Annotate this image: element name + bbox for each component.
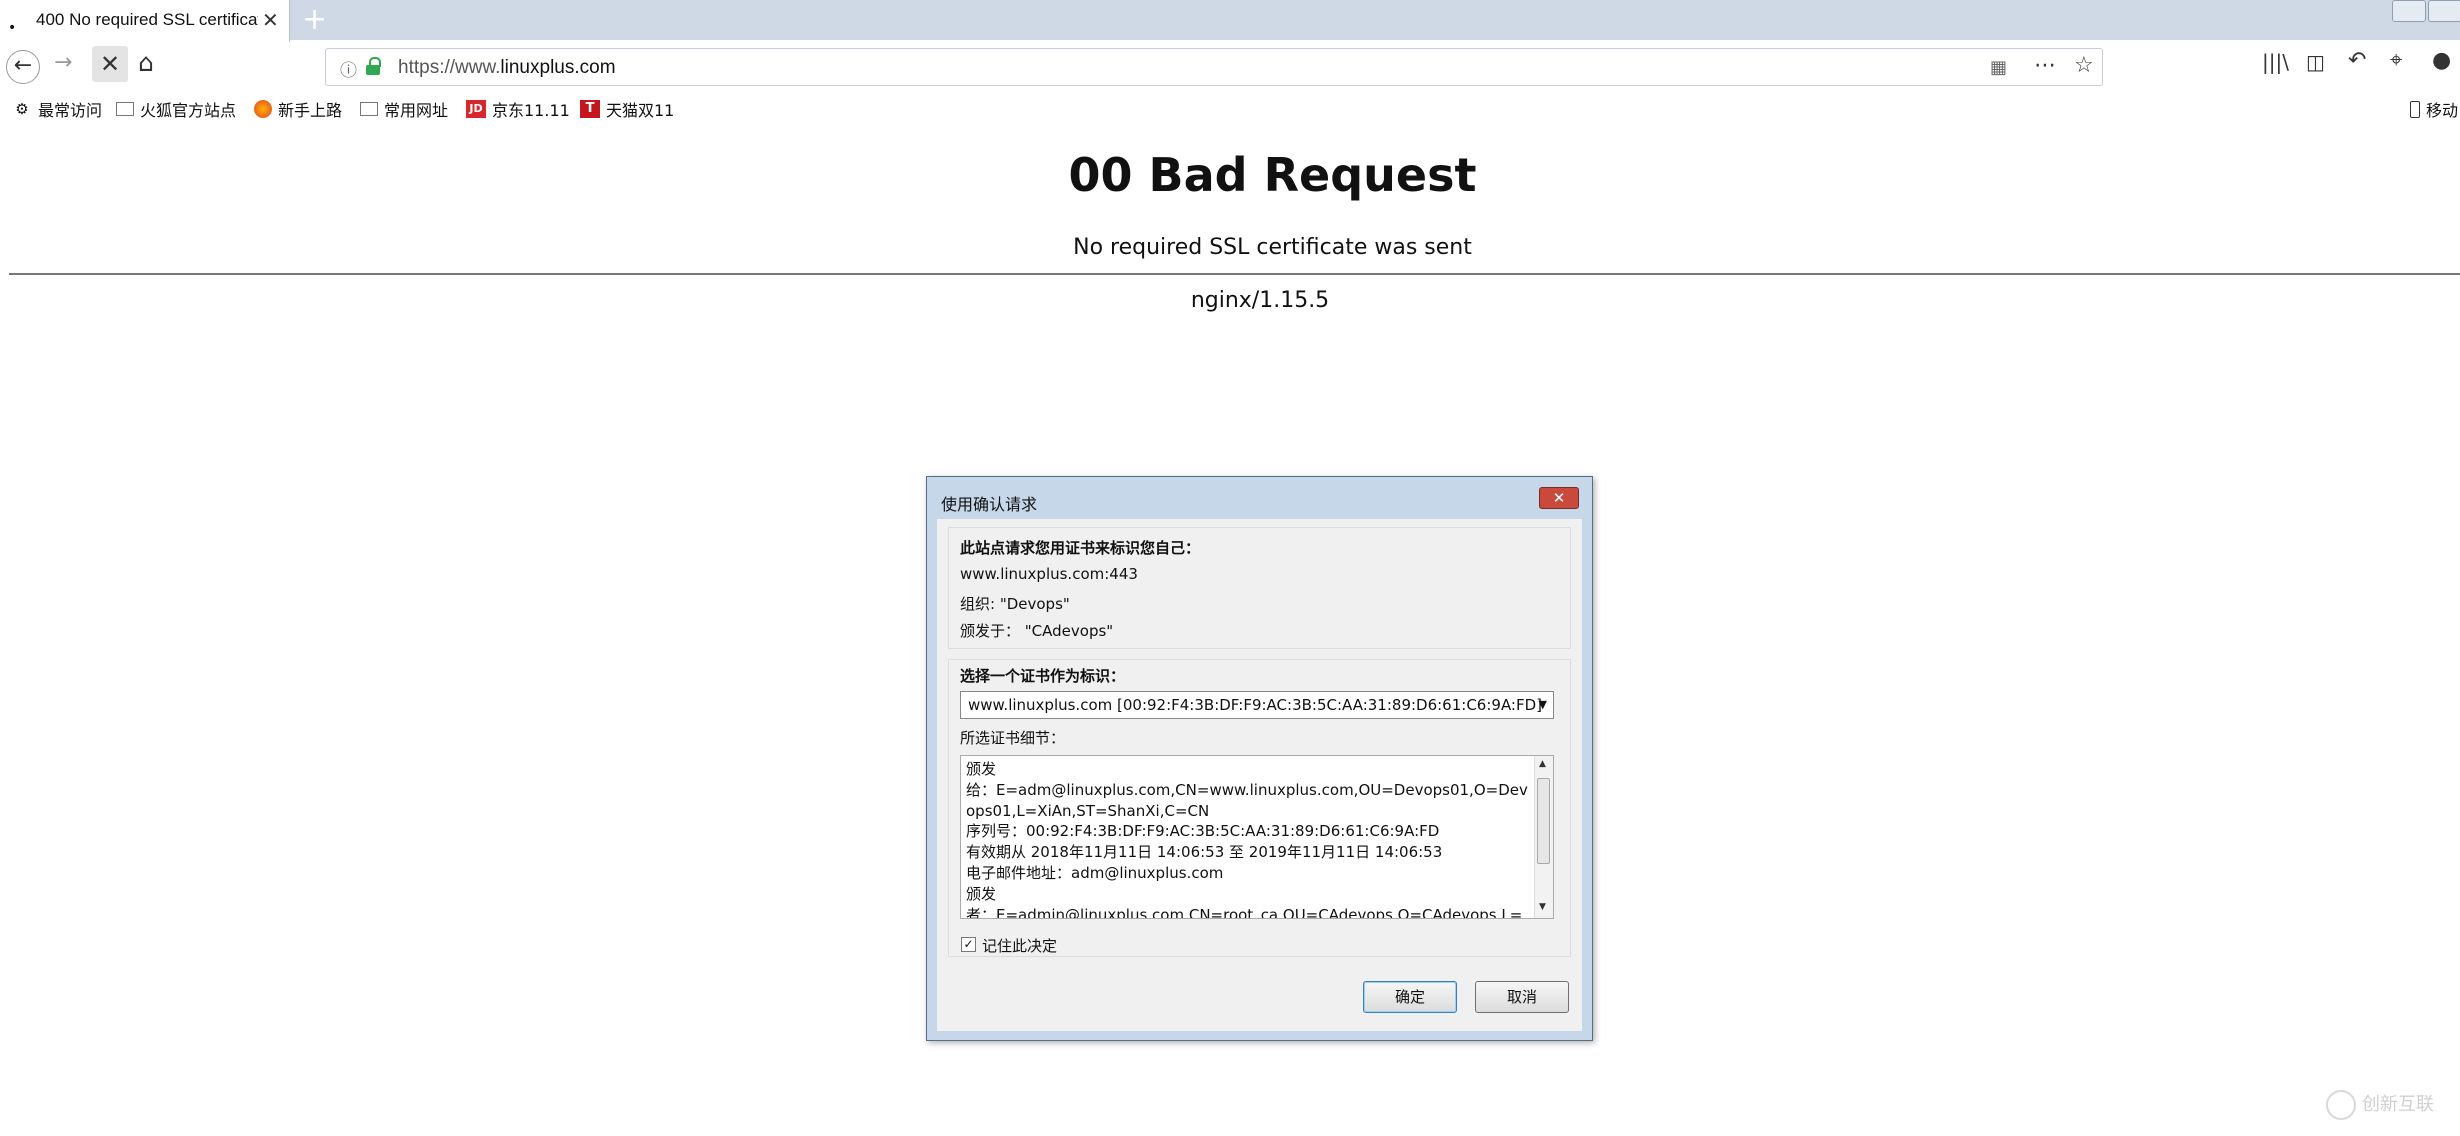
- page-actions-icon[interactable]: ⋯: [2034, 53, 2056, 78]
- browser-tab[interactable]: • 400 No required SSL certificate was se…: [0, 0, 290, 42]
- gear-icon: ⚙: [15, 100, 29, 118]
- error-message: No required SSL certificate was sent: [1073, 235, 1472, 260]
- folder-icon: [360, 102, 378, 116]
- details-line: 序列号：00:92:F4:3B:DF:F9:AC:3B:5C:AA:31:89:…: [966, 822, 1440, 841]
- server-signature: nginx/1.15.5: [1190, 288, 1330, 313]
- certificate-request-dialog: 使用确认请求 ✕ 此站点请求您用证书来标识您自己： www.linuxplus.…: [926, 476, 1593, 1041]
- bookmark-firefox-site[interactable]: 火狐官方站点: [116, 97, 236, 121]
- details-scrollbar[interactable]: ▲ ▼: [1534, 756, 1553, 918]
- organization: 组织: "Devops": [960, 595, 1070, 613]
- qr-code-icon[interactable]: ▦: [1990, 57, 2007, 78]
- lock-shackle-icon: [369, 57, 381, 67]
- library-icon[interactable]: |||\: [2262, 50, 2289, 74]
- undo-icon[interactable]: ↶: [2348, 48, 2366, 73]
- forward-icon[interactable]: →: [54, 50, 72, 75]
- bookmark-label: 常用网址: [384, 101, 449, 120]
- bookmark-getting-started[interactable]: 新手上路: [254, 97, 342, 121]
- certificate-select[interactable]: www.linuxplus.com [00:92:F4:3B:DF:F9:AC:…: [960, 691, 1554, 719]
- bookmark-label: 新手上路: [278, 101, 343, 120]
- new-tab-button[interactable]: +: [302, 2, 327, 37]
- error-heading: 00 Bad Request: [1068, 148, 1477, 202]
- url-text[interactable]: https://www.linuxplus.com: [398, 57, 616, 79]
- bookmarks-toolbar: ⚙ 最常访问 火狐官方站点 新手上路 常用网址 JD 京东11.11 T 天猫双…: [0, 92, 2460, 126]
- home-icon[interactable]: ⌂: [138, 48, 154, 77]
- request-prompt: 此站点请求您用证书来标识您自己：: [960, 539, 1201, 557]
- details-line: 有效期从 2018年11月11日 14:06:53 至 2019年11月11日 …: [966, 843, 1443, 862]
- bookmark-label: 移动: [2426, 101, 2459, 120]
- tab-bar: • 400 No required SSL certificate was se…: [0, 0, 2460, 42]
- back-icon[interactable]: ←: [6, 50, 40, 84]
- details-text: 颁发 给：E=adm@linuxplus.com,CN=www.linuxplu…: [966, 759, 1531, 919]
- scrollbar-thumb[interactable]: [1537, 778, 1550, 864]
- details-line: ops01,L=XiAn,ST=ShanXi,C=CN: [966, 801, 1210, 820]
- issuer: 颁发于： "CAdevops": [960, 622, 1114, 640]
- stop-loading-icon[interactable]: ✕: [92, 46, 128, 82]
- remember-decision-label: 记住此决定: [982, 937, 1058, 955]
- bookmark-tmall[interactable]: T 天猫双11: [580, 97, 674, 121]
- jd-icon: JD: [466, 100, 486, 118]
- minimize-button[interactable]: [2392, 0, 2426, 22]
- bookmark-common-sites[interactable]: 常用网址: [360, 97, 448, 121]
- dropdown-arrow-icon: ▼: [1538, 698, 1547, 711]
- bookmark-label: 京东11.11: [492, 101, 570, 120]
- certificate-details[interactable]: 颁发 给：E=adm@linuxplus.com,CN=www.linuxplu…: [960, 755, 1554, 919]
- watermark-icon: [2326, 1090, 2356, 1120]
- folder-icon: [116, 102, 134, 116]
- details-line: 颁发: [966, 884, 997, 903]
- bookmark-star-icon[interactable]: ☆: [2074, 53, 2094, 78]
- divider: [9, 273, 2460, 275]
- selected-certificate: www.linuxplus.com [00:92:F4:3B:DF:F9:AC:…: [968, 696, 1543, 714]
- chat-icon[interactable]: ●: [2432, 48, 2451, 73]
- details-line: 电子邮件地址：adm@linuxplus.com: [966, 863, 1224, 882]
- firefox-icon: [254, 100, 272, 118]
- dialog-body: 此站点请求您用证书来标识您自己： www.linuxplus.com:443 组…: [937, 519, 1582, 1031]
- bookmark-label: 最常访问: [38, 101, 103, 120]
- scroll-down-icon[interactable]: ▼: [1539, 902, 1546, 912]
- mobile-bookmarks[interactable]: 移动: [2410, 97, 2458, 121]
- bookmark-label: 天猫双11: [606, 101, 675, 120]
- cancel-button[interactable]: 取消: [1475, 981, 1569, 1013]
- restore-button[interactable]: [2428, 0, 2460, 22]
- window-controls: [2380, 0, 2460, 24]
- site-address: www.linuxplus.com:443: [960, 565, 1138, 583]
- choose-cert-label: 选择一个证书作为标识：: [960, 667, 1126, 685]
- watermark-logo: 创新互联: [2326, 1090, 2434, 1120]
- info-icon[interactable]: ⓘ: [340, 56, 357, 81]
- mobile-icon: [2410, 100, 2420, 118]
- bookmark-jd[interactable]: JD 京东11.11: [466, 97, 570, 121]
- details-line: 颁发: [966, 760, 997, 778]
- ok-button[interactable]: 确定: [1363, 981, 1457, 1013]
- remember-decision-checkbox[interactable]: ✓: [961, 937, 976, 952]
- tab-loading-indicator: •: [8, 20, 17, 36]
- watermark-text: 创新互联: [2362, 1094, 2434, 1115]
- tmall-icon: T: [580, 100, 600, 118]
- url-bar[interactable]: ⓘ https://www.linuxplus.com ▦ ⋯ ☆: [325, 48, 2103, 86]
- sidebar-icon[interactable]: ◫: [2306, 50, 2325, 74]
- dialog-close-button[interactable]: ✕: [1539, 487, 1579, 509]
- tab-close-icon[interactable]: ✕: [262, 8, 279, 32]
- bookmark-most-visited[interactable]: ⚙ 最常访问: [12, 97, 102, 121]
- details-line: 给：E=adm@linuxplus.com,CN=www.linuxplus.c…: [966, 780, 1528, 799]
- scroll-up-icon[interactable]: ▲: [1539, 759, 1546, 769]
- details-line: 者：E=admin@linuxplus.com,CN=root_ca,OU=CA…: [966, 905, 1523, 919]
- bookmark-label: 火狐官方站点: [140, 101, 237, 120]
- details-label: 所选证书细节：: [960, 729, 1066, 747]
- screenshot-icon[interactable]: ⌖: [2390, 48, 2402, 73]
- dialog-title: 使用确认请求: [941, 495, 1038, 514]
- tab-title: 400 No required SSL certificate was sent: [36, 10, 258, 29]
